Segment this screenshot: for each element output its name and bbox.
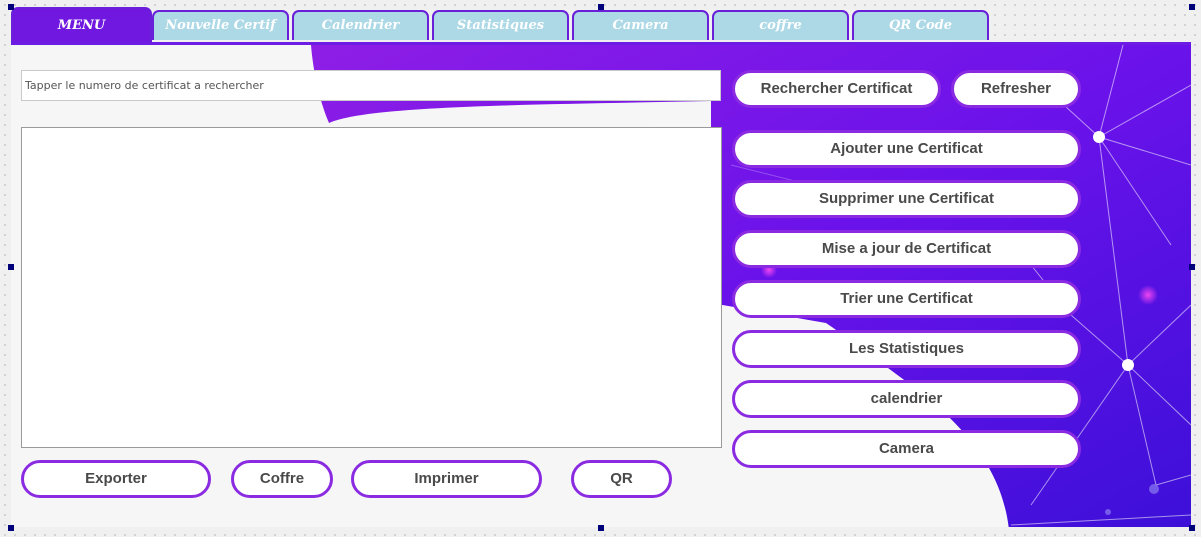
selection-handle-top-left[interactable] (8, 4, 14, 10)
selection-handle-bottom-right[interactable] (1189, 525, 1195, 531)
vault-button[interactable]: Coffre (231, 460, 333, 498)
sort-certificate-button[interactable]: Trier une Certificat (732, 280, 1081, 318)
tab-nouvelle-certif[interactable]: Nouvelle Certif (152, 10, 289, 40)
menu-tab-panel: Rechercher Certificat Refresher Ajouter … (11, 42, 1191, 527)
camera-button[interactable]: Camera (732, 430, 1081, 468)
tab-coffre[interactable]: coffre (712, 10, 849, 40)
tab-statistiques[interactable]: Statistiques (432, 10, 569, 40)
refresh-button[interactable]: Refresher (951, 70, 1081, 108)
tab-calendrier[interactable]: Calendrier (292, 10, 429, 40)
selection-handle-bottom-center[interactable] (598, 525, 604, 531)
certificate-search-input[interactable] (21, 70, 721, 101)
tab-camera[interactable]: Camera (572, 10, 709, 40)
search-certificate-button[interactable]: Rechercher Certificat (732, 70, 941, 108)
delete-certificate-button[interactable]: Supprimer une Certificat (732, 180, 1081, 218)
selection-handle-middle-left[interactable] (8, 264, 14, 270)
tab-menu[interactable]: MENU (11, 7, 152, 43)
qr-button[interactable]: QR (571, 460, 672, 498)
add-certificate-button[interactable]: Ajouter une Certificat (732, 130, 1081, 168)
selection-handle-middle-right[interactable] (1189, 264, 1195, 270)
certificate-list[interactable] (21, 127, 722, 448)
update-certificate-button[interactable]: Mise a jour de Certificat (732, 230, 1081, 268)
calendar-button[interactable]: calendrier (732, 380, 1081, 418)
export-button[interactable]: Exporter (21, 460, 211, 498)
selection-handle-top-right[interactable] (1189, 4, 1195, 10)
selection-handle-top-center[interactable] (598, 4, 604, 10)
print-button[interactable]: Imprimer (351, 460, 542, 498)
selection-handle-bottom-left[interactable] (8, 525, 14, 531)
tab-qr-code[interactable]: QR Code (852, 10, 989, 40)
tab-bar: MENU Nouvelle Certif Calendrier Statisti… (11, 7, 991, 43)
statistics-button[interactable]: Les Statistiques (732, 330, 1081, 368)
